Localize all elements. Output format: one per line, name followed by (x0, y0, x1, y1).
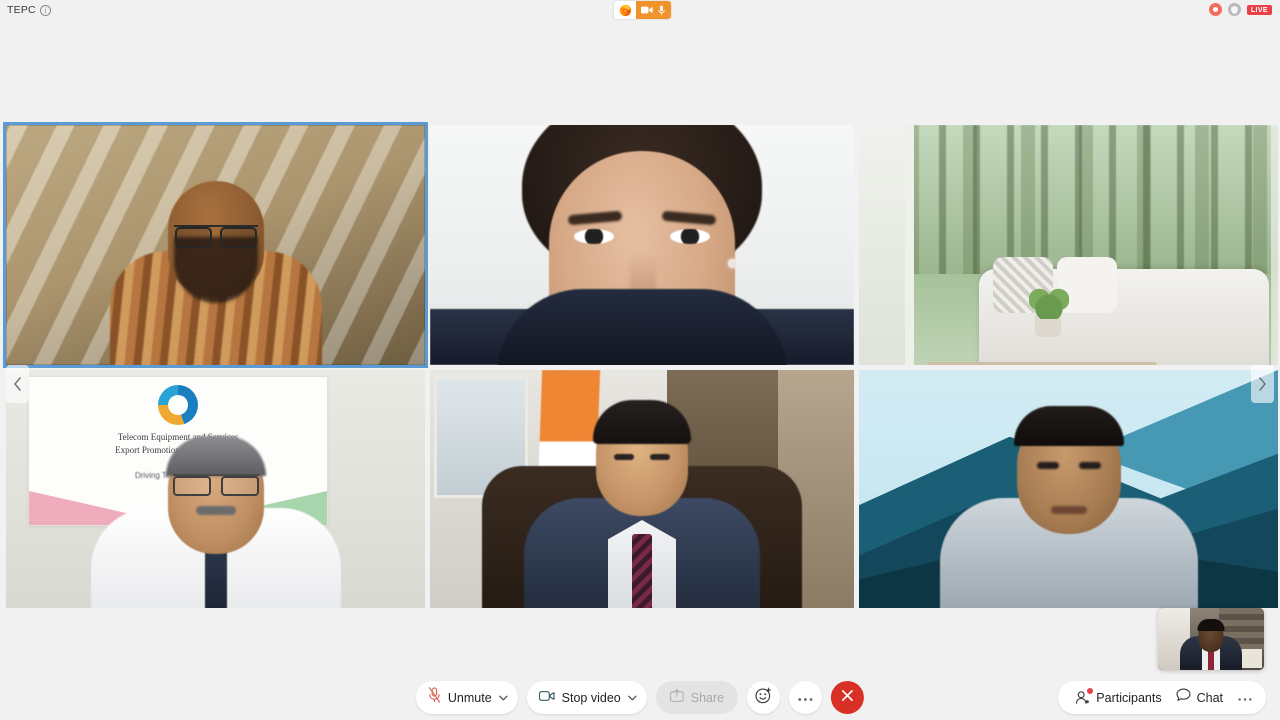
firefox-logo-icon (614, 1, 636, 19)
browser-sharing-indicator[interactable] (614, 1, 671, 19)
video-feed-man-poster: Telecom Equipment and Services Export Pr… (6, 370, 425, 608)
video-stage: Telecom Equipment and Services Export Pr… (0, 20, 1280, 675)
meeting-title-group: TEPC i (7, 4, 51, 16)
chat-bubble-icon (1176, 688, 1191, 707)
chat-label: Chat (1196, 690, 1223, 705)
more-horizontal-icon (797, 689, 814, 707)
participants-label: Participants (1096, 690, 1162, 705)
close-icon (841, 689, 854, 707)
video-tile-6[interactable] (859, 370, 1278, 608)
camera-icon (538, 689, 555, 707)
meeting-toolbar: Unmute Stop video Share Participants Cha… (0, 675, 1280, 720)
toolbar-right-controls: Participants Chat (1058, 681, 1266, 714)
toolbar-overflow-button[interactable] (1230, 683, 1260, 713)
video-feed-man-glasses (6, 125, 425, 365)
more-options-button[interactable] (789, 681, 823, 714)
video-tile-3[interactable] (859, 125, 1278, 365)
participants-icon (1075, 688, 1094, 705)
live-badge: LIVE (1246, 4, 1272, 15)
self-view-thumbnail[interactable] (1158, 608, 1264, 670)
emoji-reaction-icon (755, 687, 772, 709)
tepc-logo-icon (158, 385, 198, 425)
chat-button[interactable]: Chat (1169, 683, 1230, 713)
top-bar: TEPC i LIVE (0, 0, 1280, 20)
shield-indicator-icon[interactable] (1227, 3, 1241, 16)
video-feed-man-teal (859, 370, 1278, 608)
info-icon[interactable]: i (39, 4, 51, 16)
toolbar-center-controls: Unmute Stop video Share (415, 681, 865, 714)
camera-sharing-icon (641, 5, 653, 15)
share-button: Share (655, 681, 739, 714)
share-label: Share (690, 690, 725, 705)
meeting-title: TEPC (7, 4, 36, 16)
reactions-button[interactable] (747, 681, 781, 714)
video-tile-4[interactable]: Telecom Equipment and Services Export Pr… (6, 370, 425, 608)
gallery-previous-button[interactable] (6, 365, 29, 403)
unmute-label: Unmute (447, 690, 492, 705)
share-screen-icon (669, 688, 684, 707)
video-tile-2[interactable] (430, 125, 854, 365)
more-horizontal-icon (1237, 689, 1253, 707)
status-indicators: LIVE (1208, 3, 1272, 16)
microphone-muted-icon (428, 687, 441, 708)
leave-meeting-button[interactable] (831, 681, 865, 714)
stop-video-label: Stop video (561, 690, 621, 705)
video-tile-5[interactable] (430, 370, 854, 608)
microphone-sharing-icon (658, 5, 665, 16)
video-feed-woman (430, 125, 854, 365)
video-tile-1[interactable] (3, 122, 428, 368)
unmute-button[interactable]: Unmute (415, 681, 518, 714)
video-feed-man-flag (430, 370, 854, 608)
stop-video-button[interactable]: Stop video (526, 681, 647, 714)
video-feed-virtual-background (859, 125, 1278, 365)
audio-options-caret[interactable] (494, 683, 514, 713)
participants-notification-dot (1087, 688, 1094, 694)
gallery-next-button[interactable] (1251, 365, 1274, 403)
chevron-left-icon (13, 377, 22, 391)
participant-grid: Telecom Equipment and Services Export Pr… (3, 122, 1278, 608)
video-options-caret[interactable] (623, 683, 643, 713)
chevron-right-icon (1258, 377, 1267, 391)
recording-indicator-icon[interactable] (1208, 3, 1222, 16)
poster-line-1: Telecom Equipment and Services (117, 432, 239, 442)
sharing-devices-group (636, 1, 671, 19)
participants-button[interactable]: Participants (1068, 683, 1168, 713)
